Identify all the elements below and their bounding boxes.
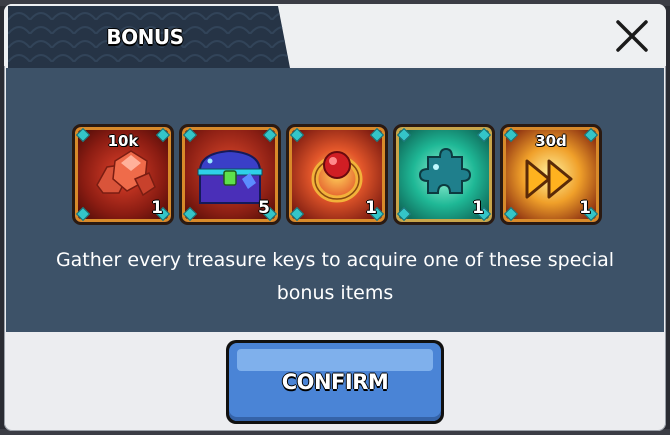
item-count: 1 — [579, 198, 591, 218]
item-count: 1 — [472, 198, 484, 218]
title-tab: BONUS — [8, 6, 290, 68]
item-count: 1 — [151, 198, 163, 218]
confirm-button[interactable]: CONFIRM — [226, 340, 444, 424]
reward-item-puzzle[interactable]: 1 — [393, 124, 495, 225]
reward-item-ruby[interactable]: 10k 1 — [72, 124, 174, 225]
close-icon — [616, 20, 648, 52]
item-amount-label: 30d — [535, 132, 567, 150]
reward-items: 10k 1 5 1 1 30d 1 — [72, 124, 612, 225]
reward-item-ring[interactable]: 1 — [286, 124, 388, 225]
dialog-title: BONUS — [106, 25, 184, 49]
close-button[interactable] — [612, 16, 652, 56]
item-count: 1 — [365, 198, 377, 218]
content-panel: 10k 1 5 1 1 30d 1 Gather every treasure … — [6, 68, 664, 332]
bonus-dialog: BONUS 10k 1 5 1 1 30d 1 Gather every tre… — [4, 4, 666, 431]
item-count: 5 — [258, 198, 270, 218]
title-bar: BONUS — [4, 4, 666, 68]
item-amount-label: 10k — [107, 132, 139, 150]
reward-item-speed[interactable]: 30d 1 — [500, 124, 602, 225]
reward-item-chest[interactable]: 5 — [179, 124, 281, 225]
bonus-description: Gather every treasure keys to acquire on… — [55, 249, 615, 304]
confirm-button-label: CONFIRM — [281, 370, 389, 394]
